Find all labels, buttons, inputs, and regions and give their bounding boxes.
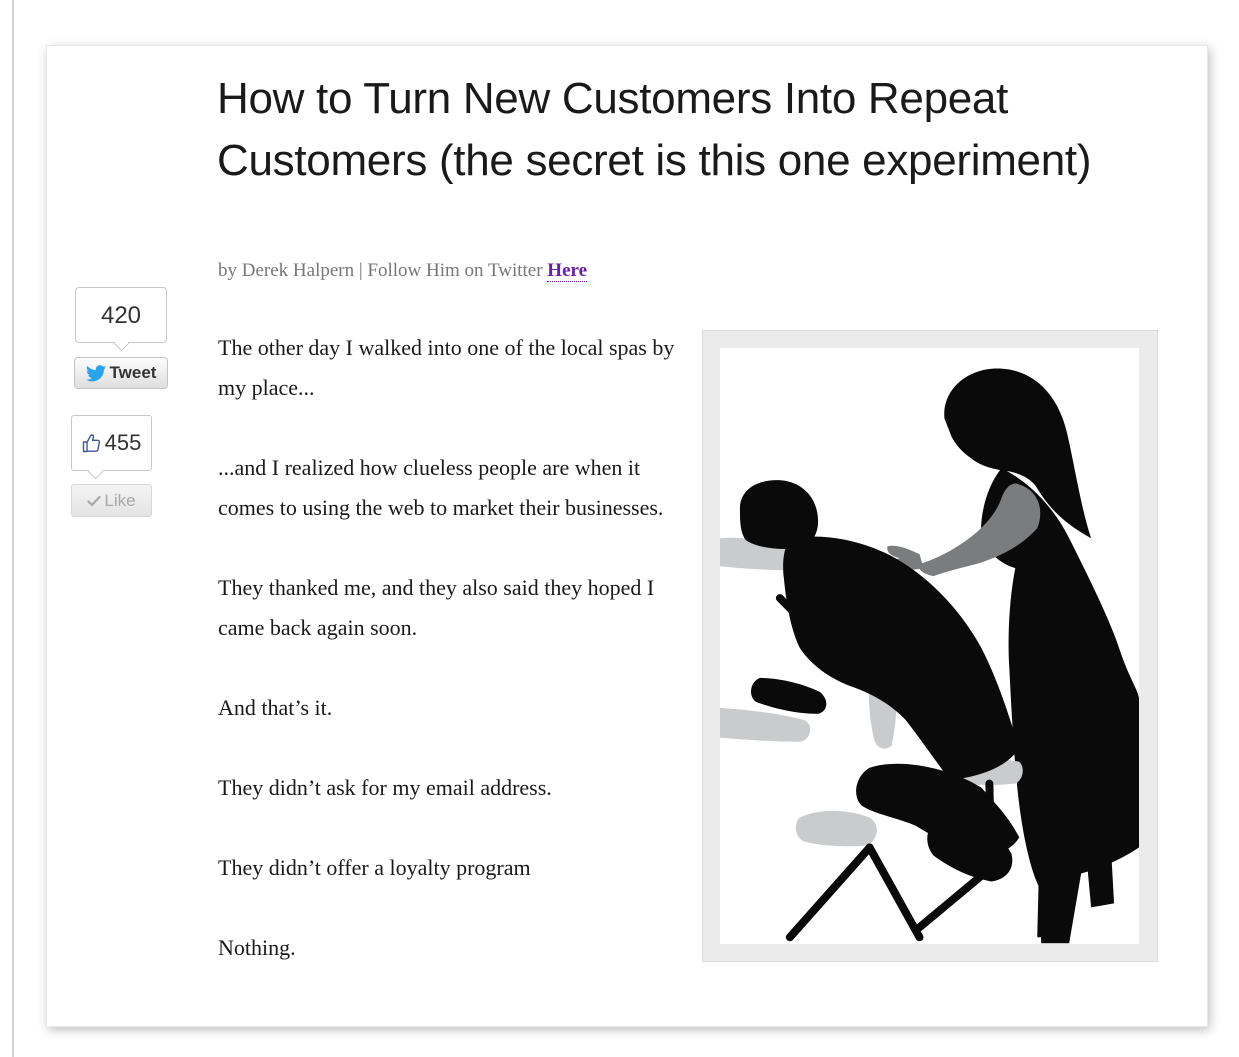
article-body: The other day I walked into one of the l… [218, 328, 678, 1008]
twitter-bird-icon [85, 364, 106, 381]
tweet-count-bubble: 420 [75, 287, 167, 343]
byline-text: by Derek Halpern | Follow Him on Twitter [218, 260, 548, 281]
like-count: 455 [104, 430, 142, 455]
tweet-button[interactable]: Tweet [74, 357, 168, 389]
tweet-count: 420 [100, 302, 142, 329]
paragraph: They thanked me, and they also said they… [218, 575, 655, 640]
paragraph: They didn’t ask for my email address. [218, 775, 552, 800]
paragraph: Nothing. [218, 935, 296, 960]
illustration-canvas [720, 348, 1139, 944]
like-count-bubble: 455 [71, 415, 152, 471]
article-card: How to Turn New Customers Into Repeat Cu… [46, 45, 1208, 1027]
like-button-label: Like [104, 490, 136, 510]
paragraph: And that’s it. [218, 695, 333, 720]
chair-massage-silhouette-image [720, 368, 1139, 944]
checkmark-icon [87, 495, 102, 506]
page-left-border [12, 0, 14, 1057]
paragraph: The other day I walked into one of the l… [218, 335, 675, 400]
tweet-button-label: Tweet [109, 363, 157, 382]
article-title: How to Turn New Customers Into Repeat Cu… [217, 74, 1092, 185]
paragraph: They didn’t offer a loyalty program [218, 855, 531, 880]
thumbs-up-icon [82, 434, 100, 453]
twitter-follow-link[interactable]: Here [547, 260, 588, 282]
like-button[interactable]: Like [71, 484, 152, 517]
article-illustration [702, 330, 1158, 962]
byline: by Derek Halpern | Follow Him on Twitter… [218, 260, 588, 282]
paragraph: ...and I realized how clueless people ar… [218, 455, 664, 520]
